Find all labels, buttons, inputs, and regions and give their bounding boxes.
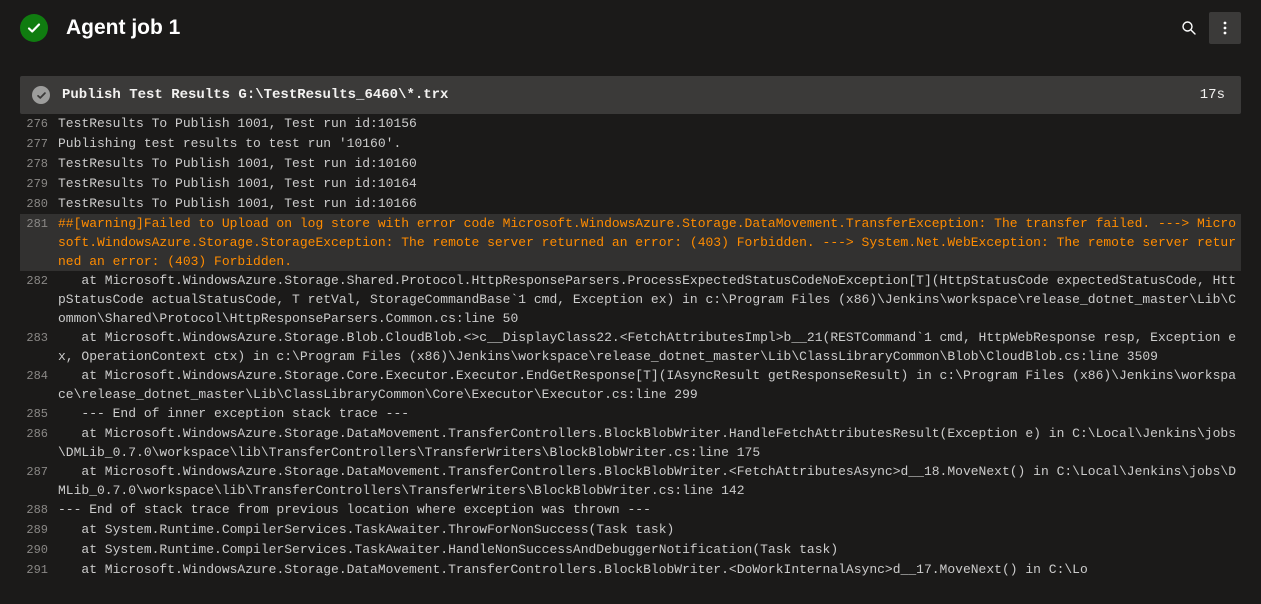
line-text: TestResults To Publish 1001, Test run id… — [58, 174, 1241, 193]
line-text: TestResults To Publish 1001, Test run id… — [58, 154, 1241, 173]
log-line[interactable]: 284 at Microsoft.WindowsAzure.Storage.Co… — [20, 366, 1241, 404]
log-line[interactable]: 290 at System.Runtime.CompilerServices.T… — [20, 540, 1241, 560]
search-button[interactable] — [1173, 12, 1205, 44]
line-text: at System.Runtime.CompilerServices.TaskA… — [58, 520, 1241, 539]
line-number: 287 — [20, 462, 58, 482]
line-number: 290 — [20, 540, 58, 560]
task-duration: 17s — [1200, 87, 1225, 103]
line-number: 285 — [20, 404, 58, 424]
log-line[interactable]: 283 at Microsoft.WindowsAzure.Storage.Bl… — [20, 328, 1241, 366]
more-actions-button[interactable] — [1209, 12, 1241, 44]
task-status-success-icon — [32, 86, 50, 104]
line-text: at Microsoft.WindowsAzure.Storage.DataMo… — [58, 424, 1241, 462]
job-title: Agent job 1 — [66, 16, 1173, 40]
search-icon — [1181, 20, 1197, 36]
log-line[interactable]: 291 at Microsoft.WindowsAzure.Storage.Da… — [20, 560, 1241, 580]
line-number: 281 — [20, 214, 58, 234]
log-line[interactable]: 278TestResults To Publish 1001, Test run… — [20, 154, 1241, 174]
task-header[interactable]: Publish Test Results G:\TestResults_6460… — [20, 76, 1241, 114]
line-text: Publishing test results to test run '101… — [58, 134, 1241, 153]
log-output[interactable]: 276TestResults To Publish 1001, Test run… — [20, 114, 1241, 580]
log-line[interactable]: 286 at Microsoft.WindowsAzure.Storage.Da… — [20, 424, 1241, 462]
line-number: 282 — [20, 271, 58, 291]
line-number: 277 — [20, 134, 58, 154]
line-text: at Microsoft.WindowsAzure.Storage.DataMo… — [58, 462, 1241, 500]
log-line[interactable]: 282 at Microsoft.WindowsAzure.Storage.Sh… — [20, 271, 1241, 328]
log-line[interactable]: 280TestResults To Publish 1001, Test run… — [20, 194, 1241, 214]
line-number: 278 — [20, 154, 58, 174]
job-status-success-icon — [20, 14, 48, 42]
log-line[interactable]: 279TestResults To Publish 1001, Test run… — [20, 174, 1241, 194]
more-vertical-icon — [1217, 20, 1233, 36]
log-line[interactable]: 276TestResults To Publish 1001, Test run… — [20, 114, 1241, 134]
line-number: 286 — [20, 424, 58, 444]
line-text: at Microsoft.WindowsAzure.Storage.Shared… — [58, 271, 1241, 328]
line-text: at Microsoft.WindowsAzure.Storage.DataMo… — [58, 560, 1241, 579]
line-number: 289 — [20, 520, 58, 540]
job-header: Agent job 1 — [0, 0, 1261, 60]
log-line[interactable]: 285 --- End of inner exception stack tra… — [20, 404, 1241, 424]
log-line[interactable]: 281##[warning]Failed to Upload on log st… — [20, 214, 1241, 271]
line-number: 280 — [20, 194, 58, 214]
line-text: at System.Runtime.CompilerServices.TaskA… — [58, 540, 1241, 559]
line-number: 283 — [20, 328, 58, 348]
line-text: --- End of inner exception stack trace -… — [58, 404, 1241, 423]
log-line[interactable]: 289 at System.Runtime.CompilerServices.T… — [20, 520, 1241, 540]
line-text: ##[warning]Failed to Upload on log store… — [58, 214, 1241, 271]
line-number: 276 — [20, 114, 58, 134]
header-actions — [1173, 12, 1241, 44]
line-number: 291 — [20, 560, 58, 580]
line-number: 284 — [20, 366, 58, 386]
line-text: TestResults To Publish 1001, Test run id… — [58, 194, 1241, 213]
line-text: --- End of stack trace from previous loc… — [58, 500, 1241, 519]
line-number: 279 — [20, 174, 58, 194]
log-line[interactable]: 277Publishing test results to test run '… — [20, 134, 1241, 154]
line-text: TestResults To Publish 1001, Test run id… — [58, 114, 1241, 133]
task-name: Publish Test Results G:\TestResults_6460… — [62, 87, 1200, 103]
log-line[interactable]: 287 at Microsoft.WindowsAzure.Storage.Da… — [20, 462, 1241, 500]
log-line[interactable]: 288--- End of stack trace from previous … — [20, 500, 1241, 520]
line-text: at Microsoft.WindowsAzure.Storage.Blob.C… — [58, 328, 1241, 366]
line-number: 288 — [20, 500, 58, 520]
line-text: at Microsoft.WindowsAzure.Storage.Core.E… — [58, 366, 1241, 404]
